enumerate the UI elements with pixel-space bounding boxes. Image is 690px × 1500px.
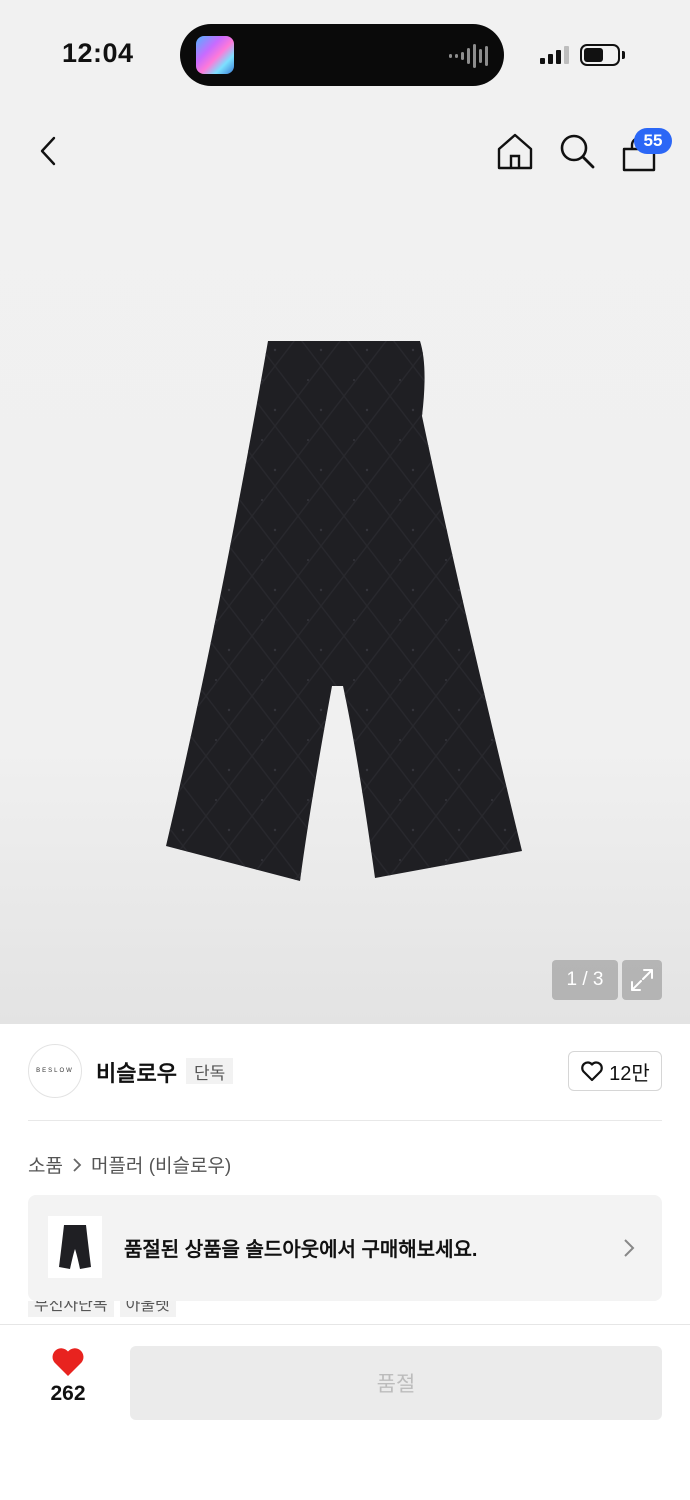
tag[interactable]: 무신사단독 xyxy=(28,1301,114,1317)
banner-product-thumbnail xyxy=(48,1216,102,1278)
cellular-signal-icon xyxy=(540,46,569,64)
search-button[interactable] xyxy=(556,130,598,172)
chevron-right-icon xyxy=(622,1237,636,1264)
bottom-bar-divider xyxy=(0,1324,690,1325)
soldout-banner-text: 품절된 상품을 솔드아웃에서 구매해보세요. xyxy=(124,1239,478,1261)
home-button[interactable] xyxy=(494,130,536,172)
wish-button[interactable]: 262 xyxy=(28,1346,108,1420)
chevron-right-icon xyxy=(69,1157,85,1173)
soldout-button: 품절 xyxy=(130,1346,662,1420)
dynamic-island xyxy=(180,24,504,86)
breadcrumb: 소품 머플러 (비슬로우) xyxy=(28,1151,231,1178)
heart-outline-icon xyxy=(581,1061,604,1082)
brand-logo[interactable]: BESLOW xyxy=(28,1044,82,1098)
exclusive-badge: 단독 xyxy=(186,1058,234,1084)
heart-filled-icon xyxy=(52,1348,84,1376)
tag[interactable]: 아울렛 xyxy=(119,1301,176,1317)
breadcrumb-category[interactable]: 소품 xyxy=(28,1151,63,1178)
soldout-banner[interactable]: 품절된 상품을 솔드아웃에서 구매해보세요. xyxy=(28,1195,662,1301)
image-page-indicator: 1 / 3 xyxy=(552,960,618,1000)
cart-count-badge: 55 xyxy=(634,128,672,154)
brand-like-button[interactable]: 12만 xyxy=(568,1051,662,1091)
brand-like-count: 12만 xyxy=(609,1062,650,1085)
product-tags: 무신사단독 아울렛 xyxy=(28,1301,176,1317)
breadcrumb-product[interactable]: 머플러 (비슬로우) xyxy=(91,1151,231,1178)
expand-icon xyxy=(631,969,653,991)
back-button[interactable] xyxy=(28,128,68,174)
brand-name[interactable]: 비슬로우 xyxy=(96,1056,177,1088)
status-time: 12:04 xyxy=(62,38,134,68)
back-icon xyxy=(40,136,56,166)
search-icon xyxy=(560,134,595,169)
divider xyxy=(28,1120,662,1121)
audio-wave-icon xyxy=(449,42,488,70)
now-playing-thumbnail xyxy=(196,36,234,74)
battery-icon xyxy=(580,44,620,66)
wish-count: 262 xyxy=(50,1382,86,1405)
status-bar: 12:04 xyxy=(0,0,690,100)
expand-image-button[interactable] xyxy=(622,960,662,1000)
home-icon xyxy=(497,133,533,170)
product-image xyxy=(166,341,522,881)
